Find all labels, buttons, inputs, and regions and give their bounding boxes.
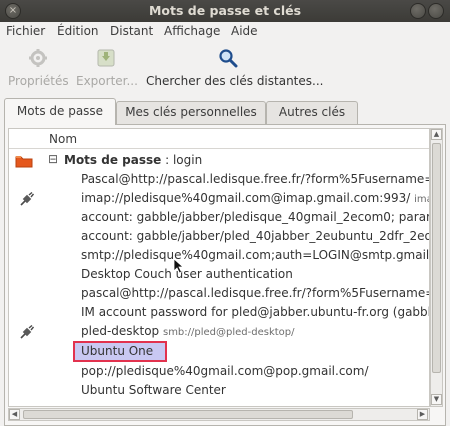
list-item-label: account: gabble/jabber/pledisque_40gmail… [81, 210, 430, 224]
window-title: Mots de passe et clés [148, 3, 302, 18]
mouse-cursor-icon [174, 259, 184, 274]
scroll-left-icon[interactable]: ◀ [9, 409, 20, 420]
horizontal-scroll-thumb[interactable] [23, 410, 353, 419]
menu-edition[interactable]: Édition [57, 24, 99, 38]
folder-icon [15, 156, 33, 168]
maximize-window-icon[interactable] [428, 3, 444, 19]
keyring-group-suffix: : login [161, 153, 203, 167]
scroll-up-icon[interactable]: ▲ [431, 129, 442, 140]
toolbar: Propriétés Exporter... Chercher des clés… [0, 42, 450, 96]
gear-icon [29, 49, 47, 67]
tab-label: Mes clés personnelles [125, 105, 257, 119]
list-item[interactable]: pascal@http://pascal.ledisque.free.fr/?f… [9, 284, 430, 303]
list-item[interactable]: IM account password for pled@jabber.ubun… [9, 303, 430, 322]
list-item-label: Desktop Couch user authentication [81, 267, 293, 281]
list-item-label: account: gabble/jabber/pled_40jabber_2eu… [81, 229, 430, 243]
list-item-selected[interactable]: Ubuntu One [9, 341, 429, 362]
export-icon [97, 49, 115, 67]
list-item-label: IM account password for pled@jabber.ubun… [81, 305, 430, 319]
scroll-down-icon[interactable]: ▼ [431, 394, 442, 405]
password-tree[interactable]: Nom ⊟ Mots de passe : login Pascal@http:… [8, 128, 430, 407]
list-item[interactable]: smtp://pledisque%40gmail.com;auth=LOGIN@… [9, 246, 430, 265]
properties-label: Propriétés [8, 74, 69, 88]
tab-label: Mots de passe [16, 104, 104, 118]
list-item-label: Ubuntu Software Center [81, 383, 226, 397]
list-item[interactable]: pop://pledisque%40gmail.com@pop.gmail.co… [9, 362, 429, 381]
keyring-group-name: Mots de passe [64, 153, 162, 167]
list-item-label: pled-desktop smb://pled@pled-desktop/ [81, 324, 295, 338]
menubar: Fichier Édition Distant Affichage Aide [0, 22, 450, 42]
scroll-right-icon[interactable]: ▶ [417, 409, 428, 420]
list-item[interactable]: Desktop Couch user authentication [9, 265, 429, 284]
tab-autres-cles[interactable]: Autres clés [266, 101, 358, 124]
search-remote-keys-label: Chercher des clés distantes... [146, 74, 324, 88]
magnifier-icon [219, 49, 238, 68]
export-label: Exporter... [76, 74, 138, 88]
list-item[interactable]: account: gabble/jabber/pledisque_40gmail… [9, 208, 430, 227]
list-item-label: Pascal@http://pascal.ledisque.free.fr/?f… [81, 172, 430, 186]
tab-bar: Mots de passe Mes clés personnelles Autr… [0, 98, 450, 125]
network-plug-icon [20, 325, 34, 339]
list-item[interactable]: imap://pledisque%40gmail.com@imap.gmail.… [9, 189, 429, 208]
list-item-label: Ubuntu One [81, 344, 154, 358]
menu-fichier[interactable]: Fichier [6, 24, 45, 38]
network-plug-icon [20, 192, 34, 206]
tab-mes-cles-personnelles[interactable]: Mes clés personnelles [116, 101, 266, 124]
list-item-label: imap://pledisque%40gmail.com@imap.gmail.… [81, 191, 429, 205]
list-item[interactable]: Pascal@http://pascal.ledisque.free.fr/?f… [9, 170, 430, 189]
horizontal-scrollbar[interactable]: ◀ ▶ [8, 408, 430, 421]
collapse-expander-icon[interactable]: ⊟ [48, 152, 58, 166]
passwords-panel: Nom ⊟ Mots de passe : login Pascal@http:… [4, 124, 446, 426]
tab-mots-de-passe[interactable]: Mots de passe [4, 98, 116, 125]
list-item[interactable]: Ubuntu Software Center [9, 381, 429, 400]
tab-label: Autres clés [278, 105, 346, 119]
column-header-label: Nom [49, 132, 78, 146]
list-item[interactable]: account: gabble/jabber/pled_40jabber_2eu… [9, 227, 430, 246]
menu-affichage[interactable]: Affichage [164, 24, 220, 38]
list-item-label: pascal@http://pascal.ledisque.free.fr/?f… [81, 286, 430, 300]
menu-aide[interactable]: Aide [231, 24, 258, 38]
vertical-scrollbar[interactable]: ▲ ▼ [430, 128, 443, 407]
window-titlebar: × Mots de passe et clés [0, 0, 450, 22]
vertical-scroll-thumb[interactable] [432, 143, 441, 373]
column-header-name[interactable]: Nom [9, 129, 429, 149]
list-item-label: smtp://pledisque%40gmail.com;auth=LOGIN@… [81, 248, 430, 262]
list-item[interactable]: pled-desktop smb://pled@pled-desktop/ [9, 322, 429, 341]
minimize-window-icon[interactable] [410, 3, 426, 19]
list-item-label: pop://pledisque%40gmail.com@pop.gmail.co… [81, 364, 369, 378]
keyring-group-row[interactable]: ⊟ Mots de passe : login [9, 151, 429, 170]
menu-distant[interactable]: Distant [110, 24, 153, 38]
